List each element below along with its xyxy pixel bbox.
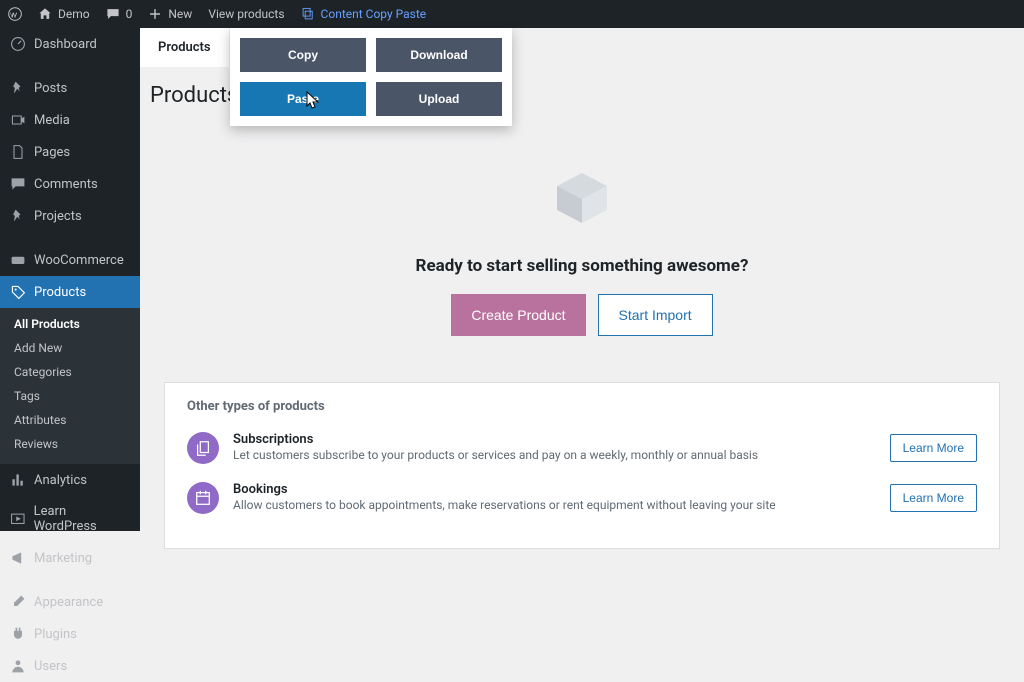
product-box-icon [547,168,617,228]
sidebar-item-analytics[interactable]: Analytics [0,464,140,496]
sidebar-item-label: Products [34,285,86,300]
ccp-upload-button[interactable]: Upload [376,82,502,116]
wp-logo[interactable] [0,0,30,28]
sidebar-item-label: Pages [34,145,70,160]
onboarding-block: Ready to start selling something awesome… [140,168,1024,336]
sidebar-item-label: Appearance [34,595,103,610]
sidebar-item-label: WooCommerce [34,253,124,268]
sidebar-item-users[interactable]: Users [0,650,140,682]
learn-more-button[interactable]: Learn More [890,484,977,512]
home-icon [38,7,52,21]
ccp-dropdown: Copy Download Paste Upload [230,28,512,126]
ccp-paste-button[interactable]: Paste [240,82,366,116]
sidebar-item-label: Media [34,113,70,128]
suggestion-desc: Allow customers to book appointments, ma… [233,497,864,514]
projects-icon [10,208,26,224]
ccp-download-button[interactable]: Download [376,38,502,72]
users-icon [10,658,26,674]
comment-icon [10,176,26,192]
copy-icon [301,7,315,21]
comment-icon [106,7,120,21]
suggestion-title: Bookings [233,482,864,497]
adminbar-view-products-label: View products [208,7,284,21]
analytics-icon [10,472,26,488]
sidebar-item-label: Comments [34,177,98,192]
sidebar-item-products[interactable]: Products [0,276,140,308]
adminbar-site-label: Demo [58,7,90,21]
suggestion-desc: Let customers subscribe to your products… [233,447,864,464]
sidebar-item-learn[interactable]: Learn WordPress [0,496,140,542]
create-product-button[interactable]: Create Product [451,294,585,336]
submenu-tags[interactable]: Tags [0,384,140,408]
page-icon [10,144,26,160]
admin-sidebar: Dashboard Posts Media Pages Comments Pro… [0,28,140,531]
megaphone-icon [10,550,26,566]
media-icon [10,112,26,128]
sidebar-item-label: Users [34,659,67,674]
sidebar-item-label: Marketing [34,551,92,566]
subscription-icon [187,432,219,464]
onboarding-heading: Ready to start selling something awesome… [140,256,1024,276]
sidebar-item-plugins[interactable]: Plugins [0,618,140,650]
adminbar-view-products[interactable]: View products [200,0,292,28]
other-products-panel: Other types of products Subscriptions Le… [164,382,1000,549]
learn-more-button[interactable]: Learn More [890,434,977,462]
plus-icon [148,7,162,21]
submenu-add-new[interactable]: Add New [0,336,140,360]
sidebar-item-pages[interactable]: Pages [0,136,140,168]
brush-icon [10,594,26,610]
adminbar-comments[interactable]: 0 [98,0,141,28]
sidebar-item-label: Analytics [34,473,87,488]
sidebar-item-woocommerce[interactable]: WooCommerce [0,244,140,276]
submenu-attributes[interactable]: Attributes [0,408,140,432]
screen-tab-products[interactable]: Products [140,28,229,67]
products-icon [10,284,26,300]
sidebar-item-marketing[interactable]: Marketing [0,542,140,574]
suggestion-subscriptions: Subscriptions Let customers subscribe to… [187,432,977,464]
submenu-reviews[interactable]: Reviews [0,432,140,456]
submenu-all-products[interactable]: All Products [0,312,140,336]
sidebar-item-label: Posts [34,81,67,96]
suggestion-bookings: Bookings Allow customers to book appoint… [187,482,977,514]
submenu-categories[interactable]: Categories [0,360,140,384]
plugin-icon [10,626,26,642]
sidebar-item-dashboard[interactable]: Dashboard [0,28,140,60]
play-icon [10,511,26,527]
sidebar-item-projects[interactable]: Projects [0,200,140,232]
sidebar-item-posts[interactable]: Posts [0,72,140,104]
suggestion-title: Subscriptions [233,432,864,447]
adminbar-new-label: New [168,7,192,21]
sidebar-item-label: Plugins [34,627,77,642]
sidebar-item-comments[interactable]: Comments [0,168,140,200]
woocommerce-icon [10,252,26,268]
pin-icon [10,80,26,96]
adminbar-new[interactable]: New [140,0,200,28]
sidebar-item-label: Learn WordPress [34,504,130,534]
admin-bar: Demo 0 New View products Content Copy Pa… [0,0,1024,28]
sidebar-item-label: Projects [34,209,82,224]
start-import-button[interactable]: Start Import [598,294,713,336]
sidebar-item-appearance[interactable]: Appearance [0,586,140,618]
other-products-heading: Other types of products [187,399,977,414]
adminbar-comments-count: 0 [126,7,133,21]
sidebar-submenu-products: All Products Add New Categories Tags Att… [0,308,140,464]
sidebar-item-media[interactable]: Media [0,104,140,136]
adminbar-content-copy-paste[interactable]: Content Copy Paste [293,0,435,28]
sidebar-item-label: Dashboard [34,37,97,52]
dashboard-icon [10,36,26,52]
wordpress-icon [8,7,22,21]
adminbar-ccp-label: Content Copy Paste [321,7,427,21]
bookings-icon [187,482,219,514]
adminbar-site[interactable]: Demo [30,0,98,28]
ccp-copy-button[interactable]: Copy [240,38,366,72]
